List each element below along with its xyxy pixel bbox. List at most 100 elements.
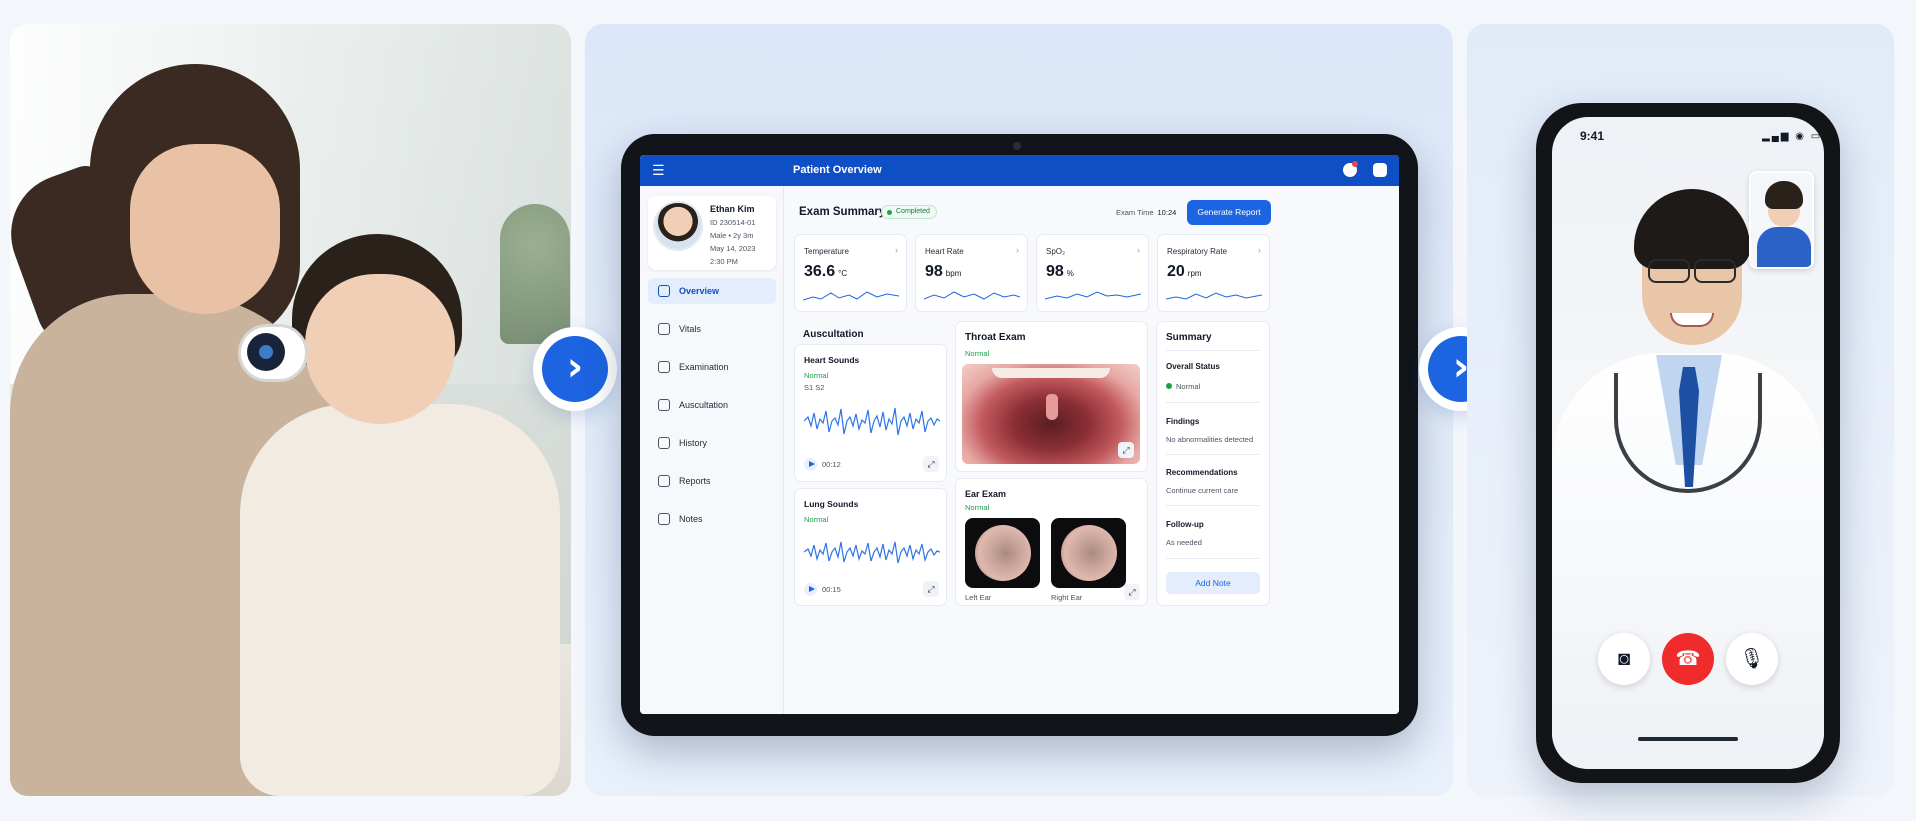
mother-face bbox=[130, 144, 280, 314]
lung-sounds-title: Lung Sounds bbox=[804, 499, 859, 509]
vital-card-temperature[interactable]: Temperature 36.6 °C › bbox=[794, 234, 907, 312]
vital-title: SpO₂ bbox=[1046, 247, 1066, 256]
page-title: Exam Summary bbox=[799, 206, 886, 218]
vital-unit: °C bbox=[838, 269, 848, 278]
exam-time: Exam Time 10:24 bbox=[1116, 208, 1176, 217]
tablet-camera bbox=[1013, 142, 1021, 150]
lung-sounds-status: Normal bbox=[804, 515, 829, 524]
auscultation-title: Auscultation bbox=[803, 329, 864, 340]
ear-exam-title: Ear Exam bbox=[965, 489, 1007, 499]
heart-sounds-title: Heart Sounds bbox=[804, 355, 860, 365]
expand-icon[interactable]: ⤢ bbox=[923, 456, 939, 472]
right-ear-image[interactable] bbox=[1051, 518, 1126, 588]
vital-value: 36.6 °C bbox=[804, 263, 847, 281]
vital-number: 36.6 bbox=[804, 263, 836, 280]
vital-card-heart-rate[interactable]: Heart Rate 98 bpm › bbox=[915, 234, 1028, 312]
camera-icon[interactable]: ◙ bbox=[1598, 633, 1650, 685]
home-icon bbox=[658, 285, 670, 297]
summary-title: Summary bbox=[1166, 332, 1212, 343]
left-ear-image[interactable] bbox=[965, 518, 1040, 588]
sidebar-item-label: History bbox=[679, 438, 708, 448]
next-arrow-button-1[interactable]: › bbox=[533, 327, 617, 411]
sidebar-item-history[interactable]: History bbox=[648, 430, 776, 456]
followup-label: Follow-up bbox=[1166, 520, 1204, 529]
vital-card-respiratory-rate[interactable]: Respiratory Rate 20 rpm › bbox=[1157, 234, 1270, 312]
sidebar-item-vitals[interactable]: Vitals bbox=[648, 316, 776, 342]
heart-sounds-duration: 00:12 bbox=[822, 460, 841, 469]
vital-title: Heart Rate bbox=[925, 247, 964, 256]
ear-exam-card[interactable]: Ear Exam Normal Left Ear Right Ear ⤢ bbox=[955, 478, 1148, 606]
heart-sounds-card[interactable]: Heart Sounds Normal S1 S2 00:12 ⤢ bbox=[794, 344, 947, 482]
vital-sparkline bbox=[1166, 292, 1262, 300]
sidebar-item-examination[interactable]: Examination bbox=[648, 354, 776, 380]
left-ear-label: Left Ear bbox=[965, 593, 992, 602]
sidebar-item-label: Overview bbox=[679, 286, 720, 296]
vital-title: Temperature bbox=[804, 247, 849, 256]
play-icon[interactable] bbox=[804, 458, 817, 471]
play-icon[interactable] bbox=[804, 583, 817, 596]
exam-icon bbox=[658, 361, 670, 373]
heart-sounds-status: Normal bbox=[804, 371, 829, 380]
summary-card: Summary Overall Status Normal Findings N… bbox=[1156, 321, 1270, 606]
tablet-device: ☰ Patient Overview Ethan Kim ID 230514-0… bbox=[621, 134, 1418, 736]
sidebar-item-auscultation[interactable]: Auscultation bbox=[648, 392, 776, 418]
sidebar-item-label: Reports bbox=[679, 476, 711, 486]
divider bbox=[1166, 454, 1260, 455]
throat-image[interactable] bbox=[962, 364, 1140, 464]
vital-unit: bpm bbox=[945, 269, 962, 278]
app-bar: ☰ Patient Overview bbox=[640, 155, 1399, 186]
generate-report-button[interactable]: Generate Report bbox=[1187, 200, 1271, 225]
vital-title: Respiratory Rate bbox=[1167, 247, 1228, 256]
expand-icon[interactable]: ⤢ bbox=[1118, 442, 1134, 458]
child-hair bbox=[1765, 181, 1803, 209]
hamburger-icon[interactable]: ☰ bbox=[652, 162, 665, 179]
sidebar-item-overview[interactable]: Overview bbox=[648, 278, 776, 304]
lung-sounds-card[interactable]: Lung Sounds Normal 00:15 ⤢ bbox=[794, 488, 947, 606]
child-body bbox=[240, 404, 560, 796]
report-icon bbox=[658, 475, 670, 487]
video-call-icon[interactable] bbox=[1373, 163, 1387, 177]
overall-status-value: Normal bbox=[1166, 382, 1200, 391]
chat-icon[interactable] bbox=[1343, 161, 1358, 177]
heart-sounds-detail: S1 S2 bbox=[804, 383, 825, 392]
notes-icon bbox=[658, 513, 670, 525]
sidebar-item-label: Notes bbox=[679, 514, 703, 524]
vital-value: 98 bpm bbox=[925, 263, 961, 281]
ear-icon bbox=[658, 399, 670, 411]
uvula bbox=[1046, 394, 1058, 420]
followup-value: As needed bbox=[1166, 538, 1202, 547]
sidebar-item-reports[interactable]: Reports bbox=[648, 468, 776, 494]
tablet-screen: ☰ Patient Overview Ethan Kim ID 230514-0… bbox=[640, 155, 1399, 714]
vital-number: 98 bbox=[1046, 263, 1064, 280]
sidebar-item-notes[interactable]: Notes bbox=[648, 506, 776, 532]
child-face bbox=[305, 274, 455, 424]
throat-exam-title: Throat Exam bbox=[965, 332, 1026, 343]
microphone-icon[interactable]: 🎙 bbox=[1726, 633, 1778, 685]
sidebar: Ethan Kim ID 230514-01 Male • 2y 3m May … bbox=[640, 186, 784, 714]
patient-id: ID 230514-01 bbox=[710, 218, 756, 227]
overall-status-text: Normal bbox=[1176, 382, 1201, 391]
throat-exam-card[interactable]: Throat Exam Normal ⤢ bbox=[955, 321, 1148, 472]
add-note-button[interactable]: Add Note bbox=[1166, 572, 1260, 594]
recommendations-label: Recommendations bbox=[1166, 468, 1238, 477]
throat-exam-status: Normal bbox=[965, 349, 990, 358]
exam-time-label: Exam Time bbox=[1116, 208, 1154, 217]
patient-card[interactable]: Ethan Kim ID 230514-01 Male • 2y 3m May … bbox=[648, 196, 776, 270]
patient-date: May 14, 2023 bbox=[710, 244, 756, 253]
status-time: 9:41 bbox=[1580, 129, 1605, 143]
main-content: Exam Summary Completed Exam Time 10:24 Ge… bbox=[784, 186, 1399, 714]
expand-icon[interactable]: ⤢ bbox=[1124, 584, 1140, 600]
vital-value: 20 rpm bbox=[1167, 263, 1202, 281]
stethoscope-icon bbox=[658, 323, 670, 335]
end-call-icon[interactable]: ☎ bbox=[1662, 633, 1714, 685]
lung-sounds-duration: 00:15 bbox=[822, 585, 841, 594]
teeth bbox=[992, 368, 1110, 378]
patient-time: 2:30 PM bbox=[710, 257, 738, 266]
right-ear-label: Right Ear bbox=[1051, 593, 1083, 602]
otoscope-screen bbox=[247, 333, 285, 371]
expand-icon[interactable]: ⤢ bbox=[923, 581, 939, 597]
doctor-hair bbox=[1634, 189, 1750, 269]
self-view-thumbnail[interactable] bbox=[1749, 171, 1814, 269]
child-shirt bbox=[1757, 227, 1811, 267]
vital-card-spo2[interactable]: SpO₂ 98% › bbox=[1036, 234, 1149, 312]
